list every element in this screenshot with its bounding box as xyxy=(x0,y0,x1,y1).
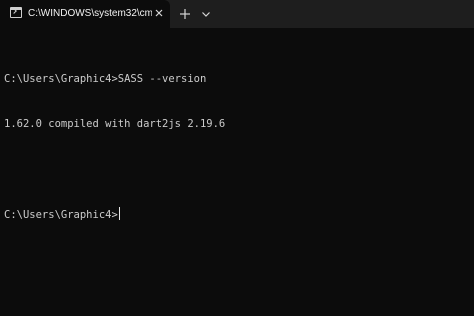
terminal-line-prompt: C:\Users\Graphic4> xyxy=(4,207,470,222)
tab-title: C:\WINDOWS\system32\cmd. xyxy=(28,8,152,19)
terminal-icon xyxy=(10,7,22,18)
close-icon[interactable] xyxy=(152,6,166,20)
tab-cmd[interactable]: C:\WINDOWS\system32\cmd. xyxy=(0,0,170,28)
plus-icon[interactable] xyxy=(177,6,193,22)
terminal-output[interactable]: C:\Users\Graphic4>SASS --version 1.62.0 … xyxy=(4,42,470,252)
terminal-line-command: C:\Users\Graphic4>SASS --version xyxy=(4,73,207,85)
terminal-line-output: 1.62.0 compiled with dart2js 2.19.6 xyxy=(4,118,226,130)
terminal-window: C:\WINDOWS\system32\cmd. C:\Users\Graphi… xyxy=(0,0,474,316)
prompt-text: C:\Users\Graphic4> xyxy=(4,209,118,221)
title-bar: C:\WINDOWS\system32\cmd. xyxy=(0,0,474,28)
text-cursor xyxy=(118,207,120,220)
chevron-down-icon[interactable] xyxy=(198,6,214,22)
